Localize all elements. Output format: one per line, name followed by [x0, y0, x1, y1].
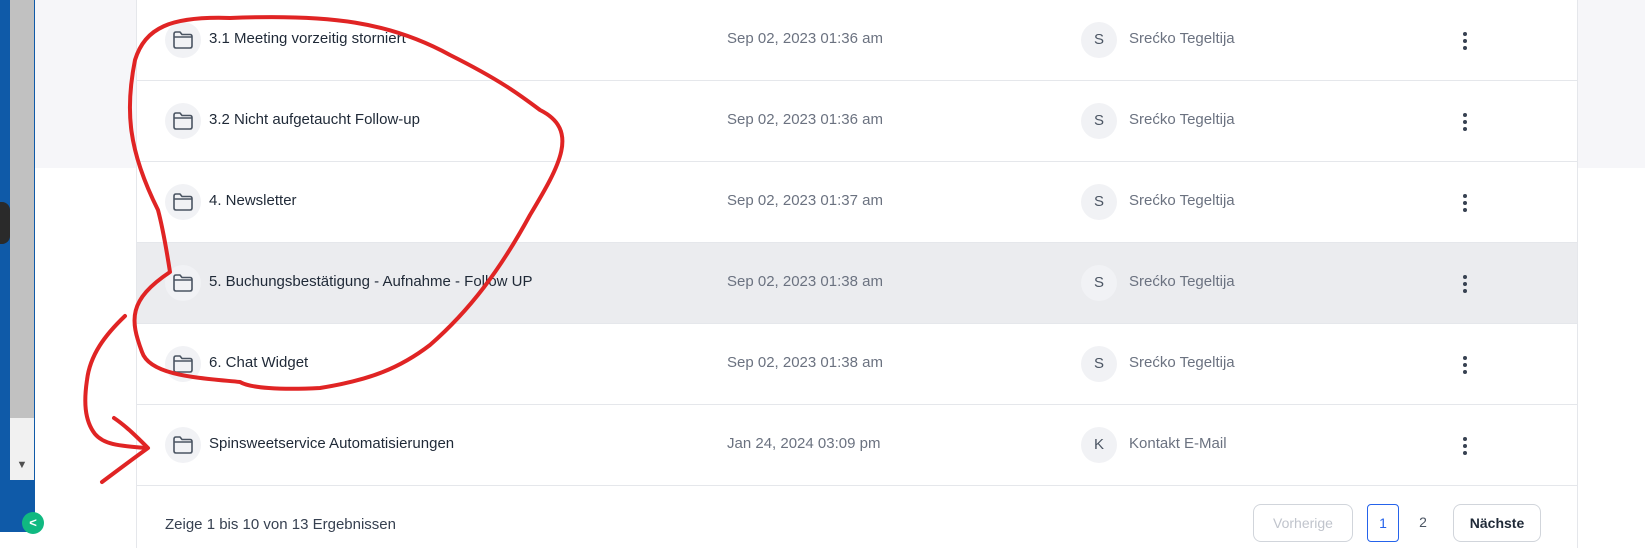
file-row[interactable]: 3.2 Nicht aufgetaucht Follow-up Sep 02, 2…	[137, 81, 1577, 162]
file-name[interactable]: 3.1 Meeting vorzeitig storniert	[209, 30, 406, 47]
more-vertical-icon[interactable]	[1447, 184, 1483, 220]
folder-icon	[165, 22, 201, 58]
avatar: S	[1081, 346, 1117, 382]
scroll-down-arrow-icon[interactable]: ▼	[10, 452, 34, 478]
folder-icon	[165, 184, 201, 220]
avatar: K	[1081, 427, 1117, 463]
owner-name: Kontakt E-Mail	[1129, 435, 1227, 452]
avatar: S	[1081, 265, 1117, 301]
file-date: Jan 24, 2024 03:09 pm	[727, 435, 881, 452]
owner-name: Srećko Tegeltija	[1129, 192, 1235, 209]
more-vertical-icon[interactable]	[1447, 427, 1483, 463]
results-summary: Zeige 1 bis 10 von 13 Ergebnissen	[165, 516, 396, 533]
file-date: Sep 02, 2023 01:38 am	[727, 354, 883, 371]
page-1-button[interactable]: 1	[1367, 504, 1399, 542]
file-row[interactable]: 3.1 Meeting vorzeitig storniert Sep 02, 2…	[137, 0, 1577, 81]
previous-page-button[interactable]: Vorherige	[1253, 504, 1353, 542]
side-handle	[0, 202, 10, 244]
more-vertical-icon[interactable]	[1447, 265, 1483, 301]
owner-name: Srećko Tegeltija	[1129, 111, 1235, 128]
file-date: Sep 02, 2023 01:37 am	[727, 192, 883, 209]
avatar: S	[1081, 103, 1117, 139]
file-name[interactable]: 6. Chat Widget	[209, 354, 308, 371]
folder-icon	[165, 427, 201, 463]
avatar: S	[1081, 22, 1117, 58]
more-vertical-icon[interactable]	[1447, 103, 1483, 139]
file-date: Sep 02, 2023 01:38 am	[727, 273, 883, 290]
file-list-card: 3.1 Meeting vorzeitig storniert Sep 02, 2…	[136, 0, 1578, 548]
more-vertical-icon[interactable]	[1447, 22, 1483, 58]
next-page-button[interactable]: Nächste	[1453, 504, 1541, 542]
file-row[interactable]: Spinsweetservice Automatisierungen Jan 24…	[137, 405, 1577, 486]
folder-icon	[165, 103, 201, 139]
scrollbar-thumb[interactable]	[10, 0, 34, 418]
file-name[interactable]: Spinsweetservice Automatisierungen	[209, 435, 454, 452]
page-2-button[interactable]: 2	[1409, 504, 1437, 542]
chevron-left-icon[interactable]: <	[22, 512, 44, 534]
file-row[interactable]: 4. Newsletter Sep 02, 2023 01:37 am S Srećk…	[137, 162, 1577, 243]
owner-name: Srećko Tegeltija	[1129, 30, 1235, 47]
file-name[interactable]: 5. Buchungsbestätigung - Aufnahme - Foll…	[209, 273, 533, 290]
file-date: Sep 02, 2023 01:36 am	[727, 111, 883, 128]
folder-icon	[165, 265, 201, 301]
file-name[interactable]: 4. Newsletter	[209, 192, 297, 209]
owner-name: Srećko Tegeltija	[1129, 273, 1235, 290]
file-name[interactable]: 3.2 Nicht aufgetaucht Follow-up	[209, 111, 420, 128]
more-vertical-icon[interactable]	[1447, 346, 1483, 382]
avatar: S	[1081, 184, 1117, 220]
file-date: Sep 02, 2023 01:36 am	[727, 30, 883, 47]
file-row[interactable]: 5. Buchungsbestätigung - Aufnahme - Foll…	[137, 243, 1577, 324]
folder-icon	[165, 346, 201, 382]
owner-name: Srećko Tegeltija	[1129, 354, 1235, 371]
file-row[interactable]: 6. Chat Widget Sep 02, 2023 01:38 am S Sreć…	[137, 324, 1577, 405]
